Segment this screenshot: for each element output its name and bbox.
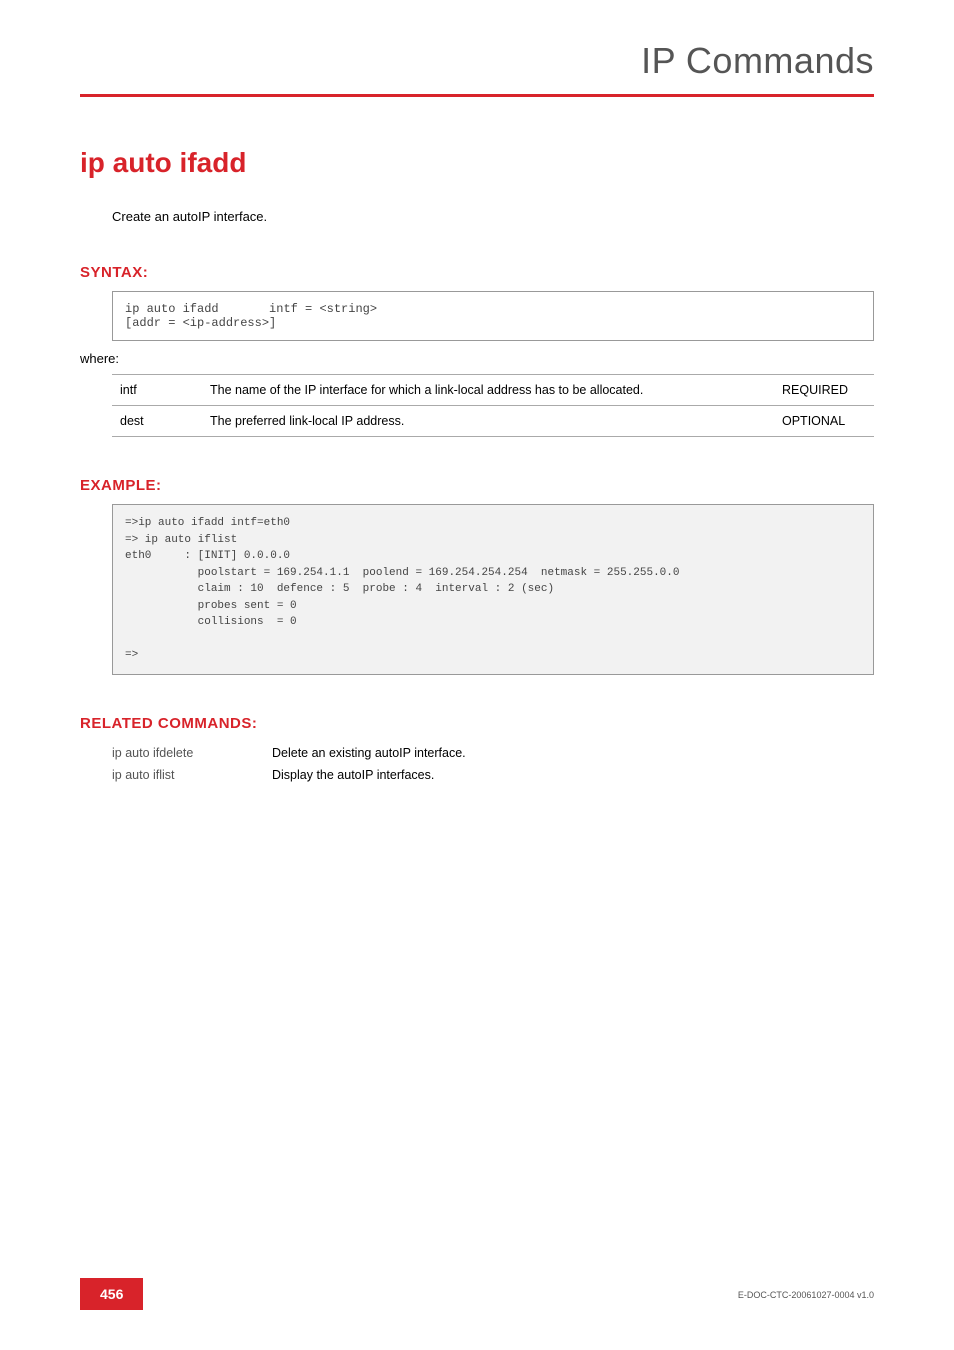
- syntax-box: ip auto ifadd intf = <string> [addr = <i…: [112, 291, 874, 341]
- param-desc: The name of the IP interface for which a…: [202, 375, 774, 406]
- page-header: IP Commands: [80, 40, 874, 97]
- related-cmd: ip auto iflist: [112, 764, 272, 786]
- related-desc: Display the autoIP interfaces.: [272, 764, 466, 786]
- example-heading: EXAMPLE:: [80, 477, 874, 494]
- related-desc: Delete an existing autoIP interface.: [272, 742, 466, 764]
- param-desc: The preferred link-local IP address.: [202, 406, 774, 437]
- table-row: ip auto iflist Display the autoIP interf…: [112, 764, 466, 786]
- table-row: intf The name of the IP interface for wh…: [112, 375, 874, 406]
- param-name: intf: [112, 375, 202, 406]
- where-label: where:: [80, 351, 874, 366]
- example-box: =>ip auto ifadd intf=eth0 => ip auto ifl…: [112, 504, 874, 675]
- params-table: intf The name of the IP interface for wh…: [112, 374, 874, 437]
- command-title: ip auto ifadd: [80, 147, 874, 179]
- related-cmd: ip auto ifdelete: [112, 742, 272, 764]
- doc-id: E-DOC-CTC-20061027-0004 v1.0: [738, 1290, 874, 1300]
- page-number: 456: [80, 1278, 143, 1310]
- param-req: REQUIRED: [774, 375, 874, 406]
- command-description: Create an autoIP interface.: [112, 209, 874, 224]
- table-row: dest The preferred link-local IP address…: [112, 406, 874, 437]
- param-name: dest: [112, 406, 202, 437]
- syntax-heading: SYNTAX:: [80, 264, 874, 281]
- table-row: ip auto ifdelete Delete an existing auto…: [112, 742, 466, 764]
- related-table: ip auto ifdelete Delete an existing auto…: [112, 742, 466, 786]
- param-req: OPTIONAL: [774, 406, 874, 437]
- related-heading: RELATED COMMANDS:: [80, 715, 874, 732]
- syntax-command: ip auto ifadd: [125, 302, 219, 316]
- page-footer: 456 E-DOC-CTC-20061027-0004 v1.0: [0, 1278, 954, 1310]
